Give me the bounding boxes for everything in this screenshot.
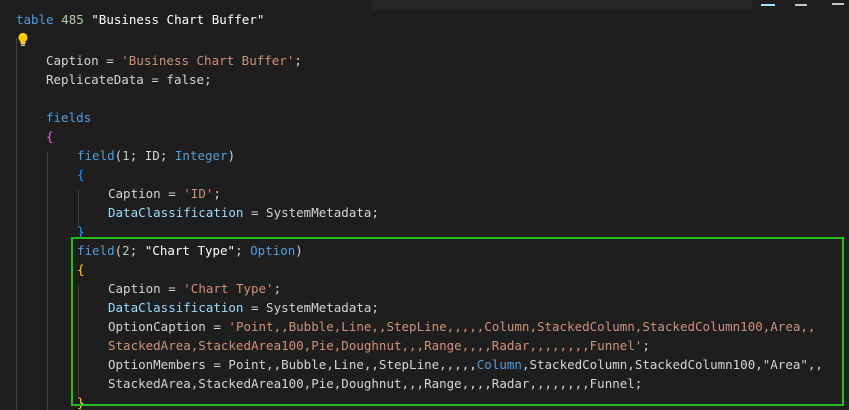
property-value: SystemMetadata xyxy=(266,205,372,220)
code-line-replicatedata: ReplicateData = false; xyxy=(46,72,212,87)
keyword-field: field xyxy=(77,148,115,163)
table-id: 485 xyxy=(61,12,84,27)
keyword-fields: fields xyxy=(46,110,92,125)
selection-highlight-box xyxy=(71,237,844,406)
field-id: 1 xyxy=(122,148,130,163)
keyword-table: table xyxy=(16,12,54,27)
property-name: Caption xyxy=(46,53,99,68)
indent-guide xyxy=(16,38,17,410)
property-value: 'ID' xyxy=(183,186,214,201)
editor-tab-strip xyxy=(0,0,849,10)
code-line-field1: field(1; ID; Integer) xyxy=(77,148,236,163)
property-value: false xyxy=(166,72,205,87)
field-type: Integer xyxy=(174,148,228,163)
indent-guide xyxy=(47,152,48,410)
code-line-caption: Caption = 'Business Chart Buffer'; xyxy=(46,53,302,68)
property-name: ReplicateData xyxy=(46,72,144,87)
table-name: "Business Chart Buffer" xyxy=(91,12,265,27)
editor-tab[interactable] xyxy=(372,0,752,10)
brace-open: { xyxy=(77,167,85,182)
more-actions-icon[interactable] xyxy=(832,0,844,5)
code-line-field1-dataclass: DataClassification = SystemMetadata; xyxy=(108,205,379,220)
lightbulb-icon[interactable] xyxy=(17,32,29,48)
field-name: ID xyxy=(144,148,160,163)
code-line-table-decl: table 485 "Business Chart Buffer" xyxy=(16,10,264,29)
split-editor-icon[interactable] xyxy=(795,0,807,6)
brace-open: { xyxy=(46,129,54,144)
code-line-fields-open: { xyxy=(46,127,54,146)
code-line-field1-open: { xyxy=(77,165,85,184)
property-name: Caption xyxy=(108,186,161,201)
code-editor[interactable]: table 485 "Business Chart Buffer" Captio… xyxy=(0,10,849,410)
code-line-field1-caption: Caption = 'ID'; xyxy=(108,186,221,201)
compare-icon[interactable] xyxy=(761,0,775,6)
property-value: 'Business Chart Buffer' xyxy=(121,53,295,68)
property-name: DataClassification xyxy=(108,205,244,220)
code-line-fields: fields xyxy=(46,108,91,127)
